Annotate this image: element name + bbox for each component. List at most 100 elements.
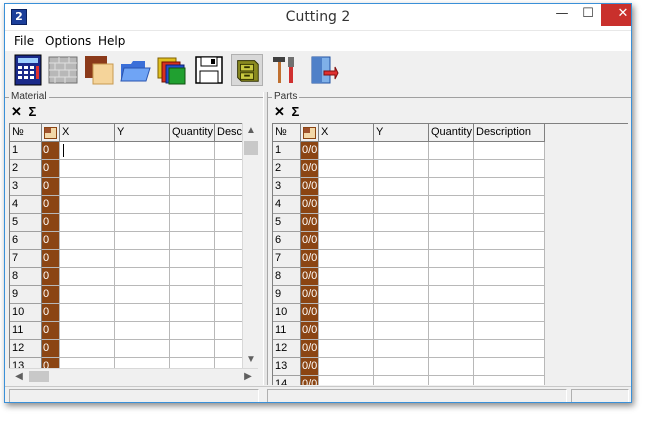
grid-cell[interactable] [474,142,545,160]
grid-cell[interactable] [115,232,170,250]
material-grid[interactable]: №XYQuantityDescr102030405060708090100110… [9,123,242,368]
grid-cell[interactable] [215,358,242,368]
color-cell[interactable]: 0 [42,214,60,232]
grid-cell[interactable] [474,286,545,304]
menu-options[interactable]: Options [45,34,91,48]
grid-cell[interactable] [115,196,170,214]
grid-cell[interactable] [429,304,474,322]
color-cell[interactable]: 0/0 [301,178,319,196]
grid-cell[interactable] [474,160,545,178]
grid-cell[interactable] [474,250,545,268]
grid-cell[interactable] [60,178,115,196]
grid-cell[interactable] [319,358,374,376]
grid-cell[interactable] [115,268,170,286]
grid-cell[interactable] [60,160,115,178]
minimize-button[interactable]: — [551,4,573,26]
calculator-icon[interactable] [12,54,44,86]
color-cell[interactable]: 0/0 [301,268,319,286]
grid-cell[interactable] [60,304,115,322]
grid-cell[interactable] [115,304,170,322]
color-cell[interactable]: 0 [42,178,60,196]
tools-icon[interactable] [269,54,301,86]
parts-grid[interactable]: № X Y Quantity Description 1 0/0 2 0/0 3 0/0 4 0/0 5 0… [272,123,628,385]
color-cell[interactable]: 0/0 [301,322,319,340]
grid-cell[interactable] [170,196,215,214]
color-cell[interactable]: 0 [42,232,60,250]
grid-cell[interactable] [429,268,474,286]
grid-cell[interactable] [215,178,242,196]
grid-cell[interactable] [170,340,215,358]
menu-help[interactable]: Help [98,34,125,48]
color-column-icon[interactable] [301,124,319,142]
grid-cell[interactable] [215,286,242,304]
grid-cell[interactable] [374,340,429,358]
grid-cell[interactable] [60,268,115,286]
grid-cell[interactable] [374,358,429,376]
color-cell[interactable]: 0 [42,268,60,286]
grid-cell[interactable] [474,322,545,340]
grid-cell[interactable] [60,358,115,368]
grid-cell[interactable] [115,322,170,340]
grid-cell[interactable] [319,376,374,385]
maximize-button[interactable]: ☐ [577,4,599,26]
grid-cell[interactable] [319,250,374,268]
scroll-thumb[interactable] [244,141,258,155]
material-delete-icon[interactable]: ✕ [11,104,22,119]
color-cell[interactable]: 0 [42,286,60,304]
grid-cell[interactable] [474,358,545,376]
color-column-icon[interactable] [42,124,60,142]
grid-cell[interactable] [429,286,474,304]
grid-cell[interactable] [319,286,374,304]
grid-cell[interactable] [374,232,429,250]
grid-cell[interactable] [115,358,170,368]
color-cell[interactable]: 0/0 [301,376,319,385]
grid-cell[interactable] [474,178,545,196]
grid-cell[interactable] [429,376,474,385]
grid-cell[interactable] [429,214,474,232]
grid-cell[interactable] [319,142,374,160]
column-header[interactable]: Quantity [170,124,215,142]
column-header[interactable]: Descr [215,124,242,142]
grid-cell[interactable] [319,322,374,340]
scroll-left-icon[interactable]: ◀ [11,369,27,385]
grid-cell[interactable] [170,268,215,286]
grid-cell[interactable] [429,322,474,340]
grid-cell[interactable] [170,232,215,250]
color-cell[interactable]: 0 [42,322,60,340]
grid-cell[interactable] [374,178,429,196]
grid-cell[interactable] [474,340,545,358]
grid-cell[interactable] [115,286,170,304]
grid-cell[interactable] [215,340,242,358]
grid-cell[interactable] [60,250,115,268]
grid-cell[interactable] [60,142,115,160]
color-cell[interactable]: 0/0 [301,232,319,250]
grid-cell[interactable] [115,340,170,358]
column-header[interactable]: Quantity [429,124,474,142]
material-sum-icon[interactable]: Σ [29,104,37,119]
grid-cell[interactable] [474,214,545,232]
color-cell[interactable]: 0 [42,196,60,214]
grid-cell[interactable] [215,232,242,250]
grid-cell[interactable] [474,376,545,385]
grid-cell[interactable] [170,160,215,178]
scroll-up-icon[interactable]: ▲ [243,123,259,139]
color-cell[interactable]: 0/0 [301,214,319,232]
grid-cell[interactable] [429,178,474,196]
parts-sum-icon[interactable]: Σ [292,104,300,119]
grid-cell[interactable] [215,142,242,160]
grid-cell[interactable] [115,160,170,178]
grid-cell[interactable] [374,376,429,385]
colored-folders-icon[interactable] [155,54,187,86]
grid-cell[interactable] [319,232,374,250]
grid-cell[interactable] [215,160,242,178]
column-header[interactable]: Y [115,124,170,142]
color-cell[interactable]: 0 [42,358,60,368]
wood-panels-icon[interactable] [83,54,115,86]
grid-cell[interactable] [115,178,170,196]
color-cell[interactable]: 0/0 [301,286,319,304]
grid-cell[interactable] [429,142,474,160]
grid-cell[interactable] [429,340,474,358]
grid-cell[interactable] [60,340,115,358]
grid-cell[interactable] [374,286,429,304]
grid-cell[interactable] [170,214,215,232]
